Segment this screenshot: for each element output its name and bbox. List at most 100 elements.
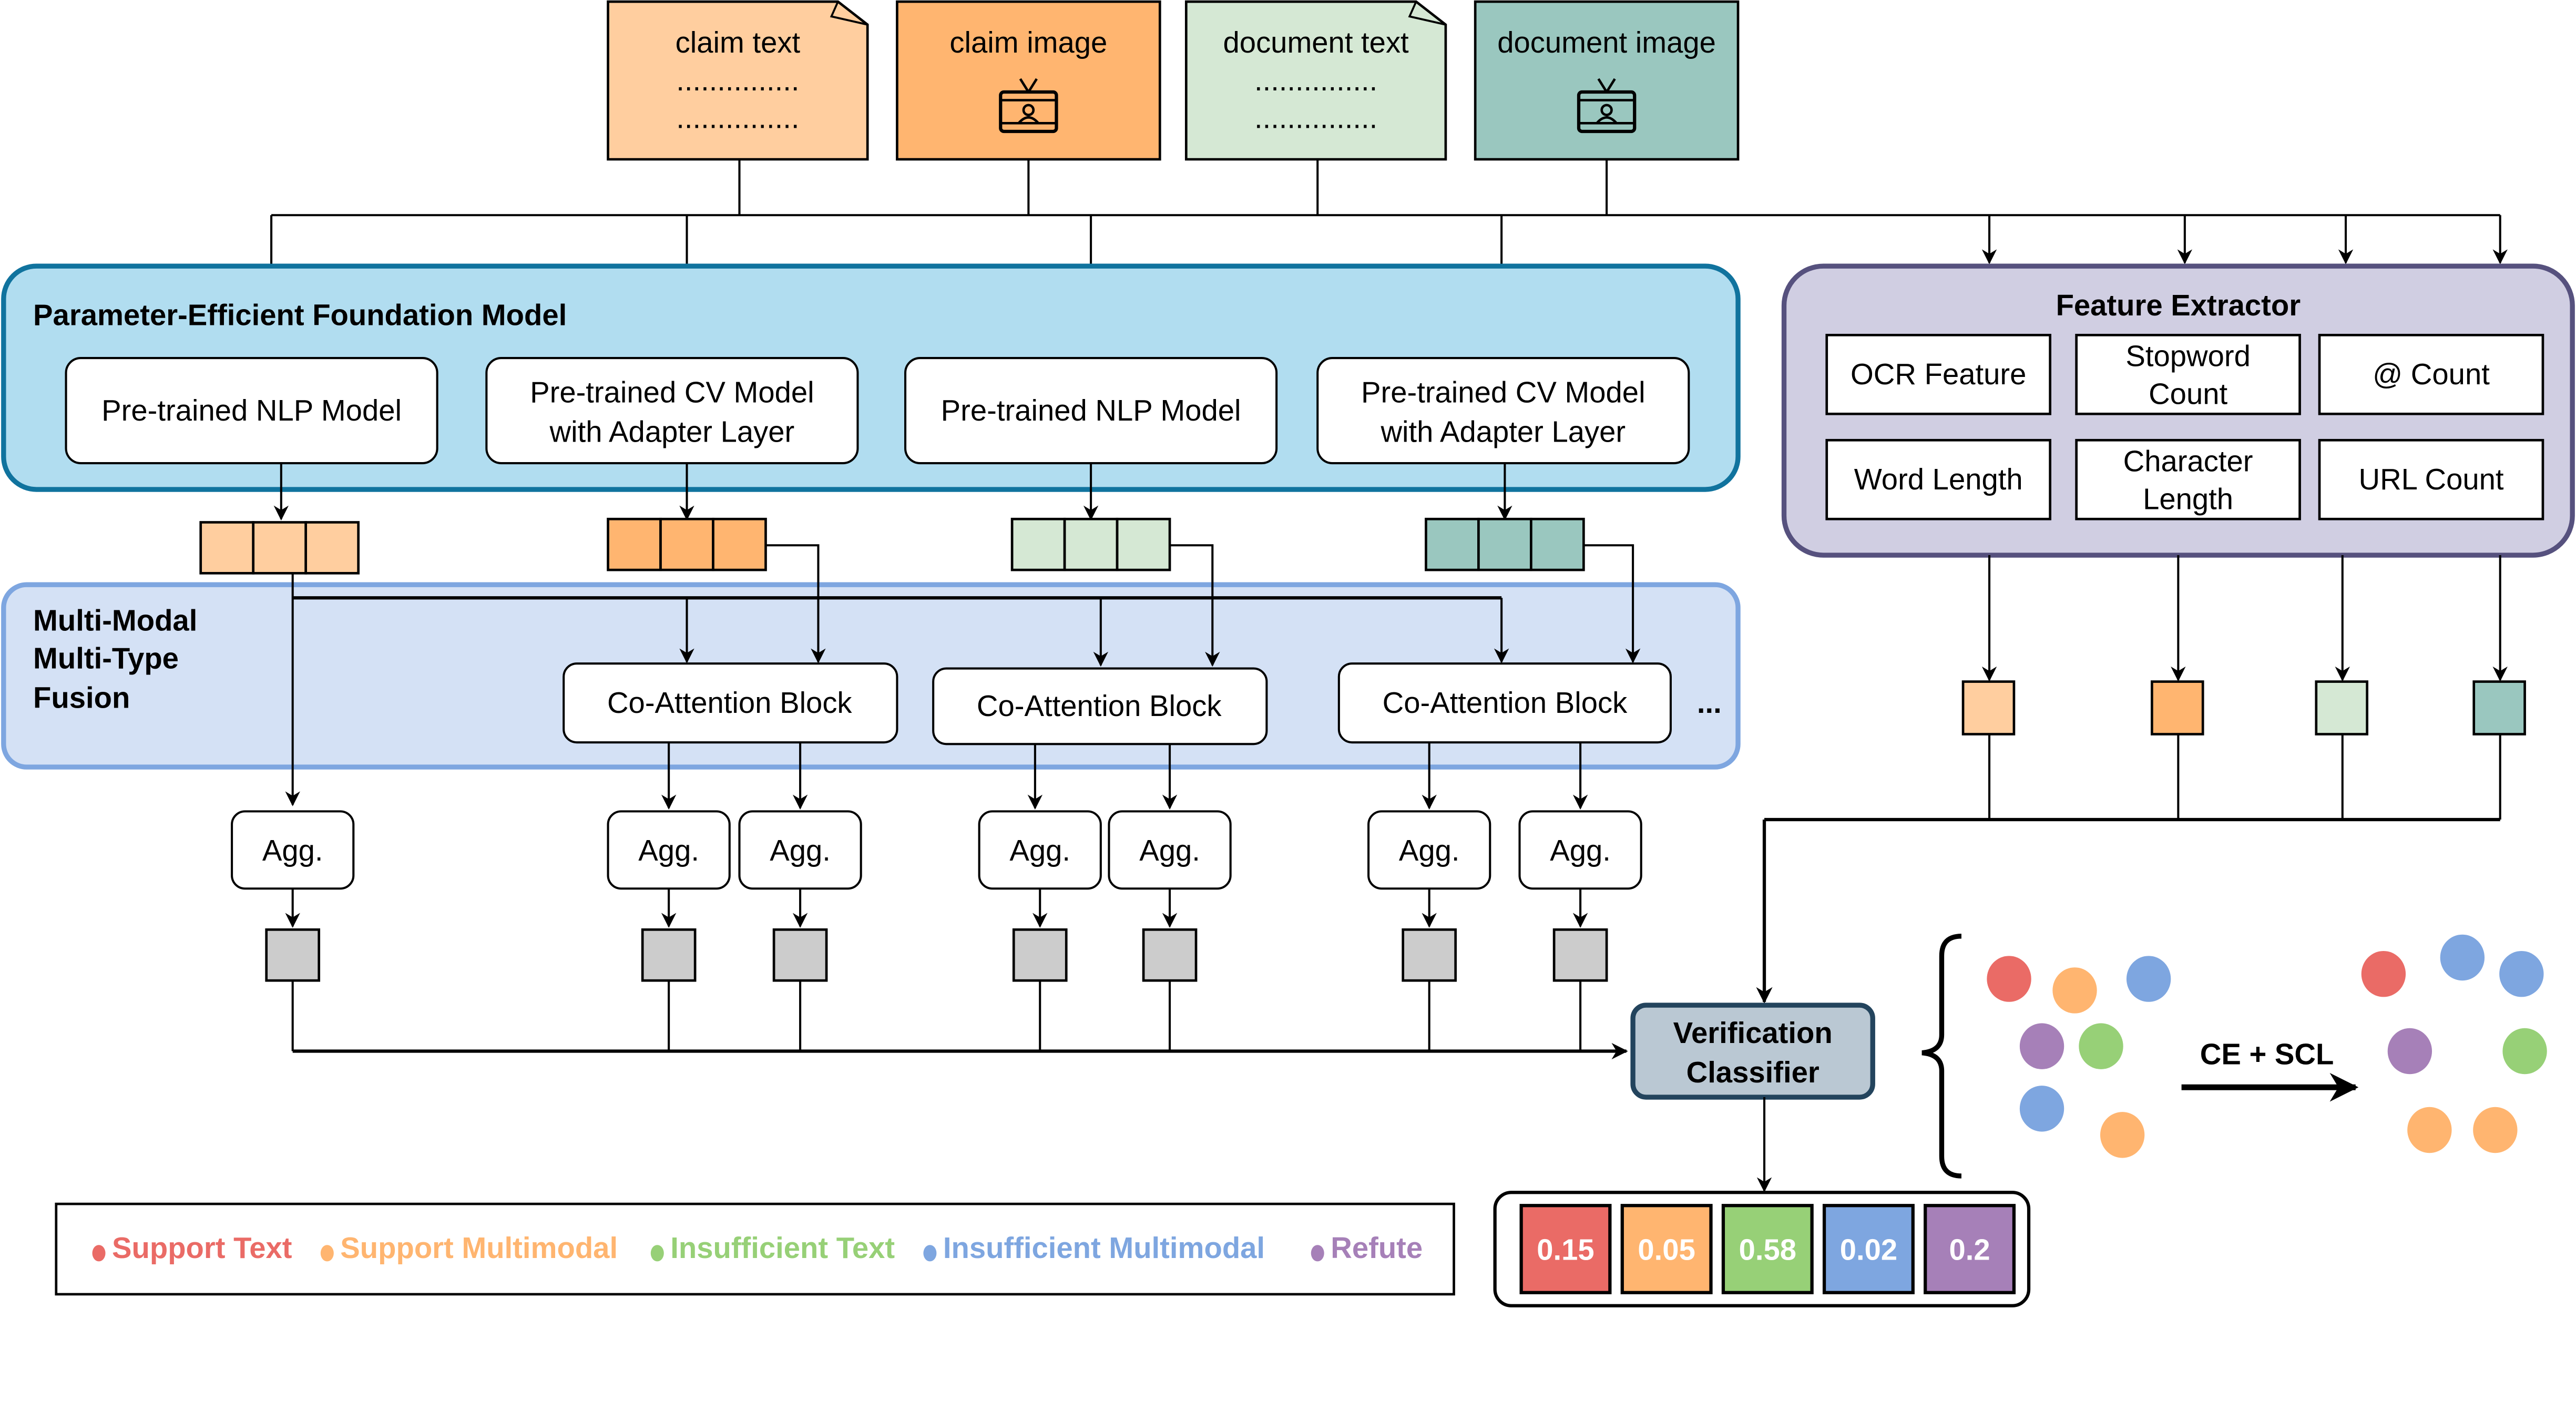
verification-classifier: Verification Classifier — [1630, 1003, 1875, 1100]
feature-box-1: Stopword Count — [2075, 334, 2301, 415]
block-label: Co-Attention Block — [1383, 686, 1628, 719]
extractor-feature-vectors — [1961, 680, 2526, 735]
probability-cell-4: 0.2 — [1924, 1204, 2016, 1294]
feature-box-0: OCR Feature — [1825, 334, 2052, 415]
legend-item-1: Support Multimodal — [320, 1231, 618, 1264]
agg-unit-0: Agg. — [231, 810, 355, 1051]
model-box-1: Pre-trained CV Model with Adapter Layer — [485, 357, 859, 465]
probability-value: 0.02 — [1840, 1233, 1897, 1266]
panel-title: Feature Extractor — [2056, 289, 2301, 322]
legend-label: Support Text — [112, 1231, 292, 1264]
input-document-text: document text ............... ..........… — [1184, 0, 1447, 161]
embedding-point — [2100, 1112, 2145, 1158]
feature-label: Character — [2123, 445, 2253, 478]
feature-label: @ Count — [2373, 357, 2490, 391]
block-label: Co-Attention Block — [977, 689, 1222, 722]
feature-label: Word Length — [1854, 463, 2023, 496]
embedding-space-before — [1987, 956, 2171, 1158]
feature-extractor-panel: Feature Extractor OCR Feature Stopword Cou… — [1781, 263, 2575, 558]
embedding-point — [2440, 934, 2485, 981]
legend-item-2: Insufficient Text — [650, 1231, 895, 1264]
feature-box-5: URL Count — [2318, 438, 2544, 520]
curly-brace-icon — [1921, 934, 1962, 1179]
embedding-document-image — [1425, 517, 1585, 571]
embedding-point — [2502, 1028, 2547, 1075]
legend-label: Support Multimodal — [340, 1231, 618, 1264]
embedding-point — [2019, 1086, 2064, 1132]
embedding-claim-image — [607, 517, 767, 571]
agg-unit-5: Agg. — [1367, 810, 1491, 1051]
agg-unit-6: Agg. — [1518, 810, 1642, 1051]
model-label: Pre-trained NLP Model — [101, 394, 402, 427]
co-attention-block-1: Co-Attention Block — [932, 667, 1268, 745]
legend-dot-icon — [320, 1245, 334, 1262]
legend-item-0: Support Text — [92, 1231, 292, 1264]
embedding-point — [2052, 967, 2097, 1014]
legend-dot-icon — [1311, 1245, 1324, 1262]
model-label-line2: with Adapter Layer — [549, 415, 795, 448]
probability-value: 0.15 — [1537, 1233, 1594, 1266]
embedding-point — [2387, 1028, 2432, 1075]
feature-vector — [2472, 680, 2526, 735]
feature-box-3: Word Length — [1825, 438, 2052, 520]
classifier-label-line1: Verification — [1673, 1016, 1833, 1049]
model-label: Pre-trained CV Model — [1361, 375, 1645, 408]
input-document-image: document image — [1474, 0, 1740, 161]
agg-label: Agg. — [1009, 834, 1070, 867]
co-attention-block-2: Co-Attention Block — [1337, 662, 1672, 744]
text-placeholder-dots: ............... — [1254, 64, 1377, 97]
legend-dot-icon — [923, 1245, 937, 1262]
probability-value: 0.2 — [1949, 1233, 1990, 1266]
agg-unit-1: Agg. — [607, 810, 731, 1051]
feature-label: URL Count — [2358, 463, 2503, 496]
agg-label: Agg. — [638, 834, 699, 867]
probability-cell-0: 0.15 — [1519, 1204, 1612, 1294]
text-placeholder-dots: ............... — [1254, 101, 1377, 135]
input-claim-image: claim image — [896, 0, 1161, 161]
foundation-model-panel: Parameter-Efficient Foundation Model Pre… — [1, 263, 1741, 492]
agg-unit-3: Agg. — [978, 810, 1102, 1051]
legend-item-3: Insufficient Multimodal — [923, 1231, 1265, 1264]
agg-label: Agg. — [770, 834, 831, 867]
text-placeholder-dots: ............... — [676, 64, 799, 97]
feature-box-4: Character Length — [2075, 438, 2301, 520]
model-box-0: Pre-trained NLP Model — [65, 357, 438, 465]
legend-label: Refute — [1331, 1231, 1423, 1264]
panel-title: Parameter-Efficient Foundation Model — [33, 299, 567, 332]
fusion-title-line2: Multi-Type — [33, 642, 179, 675]
embedding-space-after — [2361, 934, 2547, 1153]
embedding-point — [2361, 950, 2406, 997]
legend-dot-icon — [92, 1245, 106, 1262]
feature-label-line2: Length — [2143, 483, 2233, 516]
fusion-title-line3: Fusion — [33, 681, 130, 714]
agg-unit-4: Agg. — [1108, 810, 1232, 1051]
model-box-3: Pre-trained CV Model with Adapter Layer — [1316, 357, 1690, 465]
architecture-diagram: claim text ............... .............… — [1, 0, 2575, 1307]
probability-cell-3: 0.02 — [1822, 1204, 1915, 1294]
input-label: claim text — [676, 26, 801, 59]
probability-value: 0.58 — [1739, 1233, 1796, 1266]
classifier-label-line2: Classifier — [1686, 1056, 1819, 1089]
feature-vector — [1961, 680, 2016, 735]
feature-vector — [2315, 680, 2368, 735]
fusion-title-line1: Multi-Modal — [33, 604, 197, 637]
aggregated-vector — [1402, 928, 1457, 982]
probability-cell-1: 0.05 — [1620, 1204, 1713, 1294]
feature-label: Stopword — [2125, 340, 2251, 373]
legend-dot-icon — [650, 1245, 664, 1262]
aggregated-vector — [641, 928, 697, 982]
class-legend: Support Text Support Multimodal Insufficie… — [55, 1202, 1455, 1296]
embedding-point — [2126, 956, 2171, 1002]
embedding-point — [2499, 950, 2544, 997]
aggregated-vector — [1552, 928, 1608, 982]
aggregated-vector — [265, 928, 321, 982]
feature-box-2: @ Count — [2318, 334, 2544, 415]
agg-label: Agg. — [1550, 834, 1611, 867]
input-label: document text — [1223, 26, 1409, 59]
probability-value: 0.05 — [1638, 1233, 1695, 1266]
feature-label-line2: Count — [2149, 377, 2227, 411]
model-label: Pre-trained NLP Model — [941, 394, 1241, 427]
model-label: Pre-trained CV Model — [530, 375, 814, 408]
probability-cell-2: 0.58 — [1721, 1204, 1814, 1294]
embedding-point — [2019, 1023, 2064, 1069]
